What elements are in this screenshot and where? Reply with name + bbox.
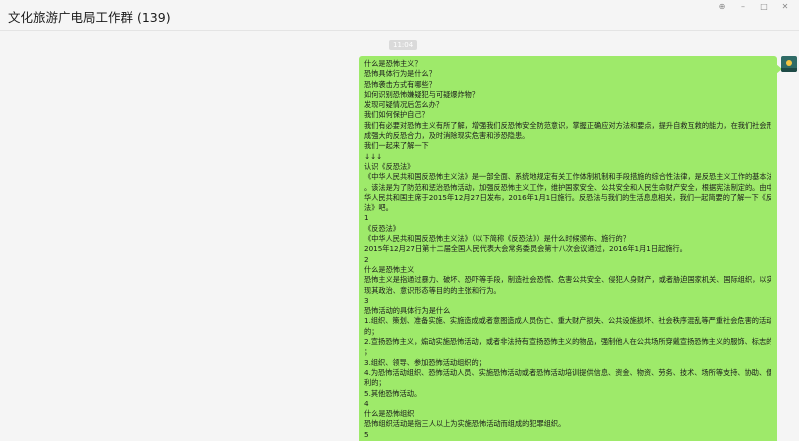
message-timestamp: 11:04 [389, 40, 418, 50]
chat-window: 文化旅游广电局工作群 (139) ⊕ – □ ✕ 11:04 什么是恐怖主义？恐… [0, 0, 799, 441]
message-line: 恐怖组织活动是指三人以上为实施恐怖活动而组成的犯罪组织。 [364, 419, 566, 429]
title-bar: 文化旅游广电局工作群 (139) ⊕ – □ ✕ [0, 0, 799, 31]
message-line: 恐怖活动的具体行为是什么 [364, 306, 451, 316]
message-line: 利的； [364, 378, 386, 388]
message-line: 《中华人民共和国反恐怖主义法》是一部全面、系统地规定有关工作体制机制和手段措施的… [364, 172, 771, 182]
message-line: 我们如何保护自己？ [364, 110, 429, 120]
message-line: ； [364, 347, 372, 357]
message-line: ↓↓↓ [364, 151, 383, 161]
message-line: 5 [364, 429, 369, 439]
chat-title[interactable]: 文化旅游广电局工作群 (139) [8, 7, 171, 26]
message-line: 华人民共和国主席于2015年12月27日发布，2016年1月1日施行。反恐法与我… [364, 192, 771, 202]
message-line: 2 [364, 254, 369, 264]
message-line: 3.组织、领导、参加恐怖活动组织的； [364, 357, 486, 367]
message-line: 3 [364, 295, 369, 305]
message-line: 恐怖袭击方式有哪些？ [364, 79, 436, 89]
minimize-icon[interactable]: – [737, 2, 749, 12]
message-line: 我们有必要对恐怖主义有所了解，增强我们反恐怖安全防范意识，掌握正确应对方法和要点… [364, 120, 771, 130]
window-controls: ⊕ – □ ✕ [716, 2, 791, 12]
message-line: 4.为恐怖活动组织、恐怖活动人员、实施恐怖活动或者恐怖活动培训提供信息、资金、物… [364, 367, 771, 377]
message-line: 的； [364, 326, 379, 336]
message-line: 2.宣扬恐怖主义，煽动实施恐怖活动，或者非法持有宣扬恐怖主义的物品，强制他人在公… [364, 337, 771, 347]
sender-avatar[interactable] [781, 56, 797, 72]
message-line: 2015年12月27日第十二届全国人民代表大会常务委员会第十八次会议通过，201… [364, 244, 687, 254]
message-line: 如何识别恐怖嫌疑犯与可疑爆炸物？ [364, 89, 480, 99]
message-line: 1 [364, 213, 369, 223]
message-line: 我们一起来了解一下 [364, 141, 429, 151]
message-line: 发现可疑情况后怎么办？ [364, 100, 444, 110]
message-line: 现其政治、意识形态等目的的主张和行为。 [364, 285, 501, 295]
message-line: 5.其他恐怖活动。 [364, 388, 422, 398]
message-line: 什么是恐怖组织 [364, 409, 415, 419]
maximize-icon[interactable]: □ [758, 2, 770, 12]
avatar-ground-graphic [781, 68, 797, 72]
message-line: 1.组织、策划、准备实施、实施造成或者意图造成人员伤亡、重大财产损失、公共设施损… [364, 316, 771, 326]
message-line: 《中华人民共和国反恐怖主义法》（以下简称《反恐法》）是什么时候颁布、施行的？ [364, 234, 630, 244]
message-line: 什么是恐怖主义 [364, 264, 415, 274]
message-bubble[interactable]: 什么是恐怖主义？ 恐怖具体行为是什么？ 恐怖袭击方式有哪些？ 如何识别恐怖嫌疑犯与可疑… [359, 56, 777, 441]
message-line: 成强大的反恐合力，及时消除现实危害和涉恐隐患。 [364, 131, 530, 141]
message-line: 4 [364, 398, 369, 408]
avatar-sun-graphic [786, 60, 792, 66]
pin-icon[interactable]: ⊕ [716, 2, 728, 12]
message-line: 什么是恐怖主义？ [364, 59, 422, 68]
message-line: 认识《反恐法》 [364, 161, 415, 171]
close-icon[interactable]: ✕ [779, 2, 791, 12]
message-line: 法》吧。 [364, 203, 393, 213]
message-line: 恐怖具体行为是什么？ [364, 69, 436, 79]
message-line: 恐怖主义是指通过暴力、破坏、恐吓等手段，制造社会恐慌、危害公共安全、侵犯人身财产… [364, 275, 771, 285]
message-line: 《反恐法》 [364, 223, 400, 233]
message-line: 。该法是为了防范和惩治恐怖活动，加强反恐怖主义工作，维护国家安全、公共安全和人民… [364, 182, 771, 192]
